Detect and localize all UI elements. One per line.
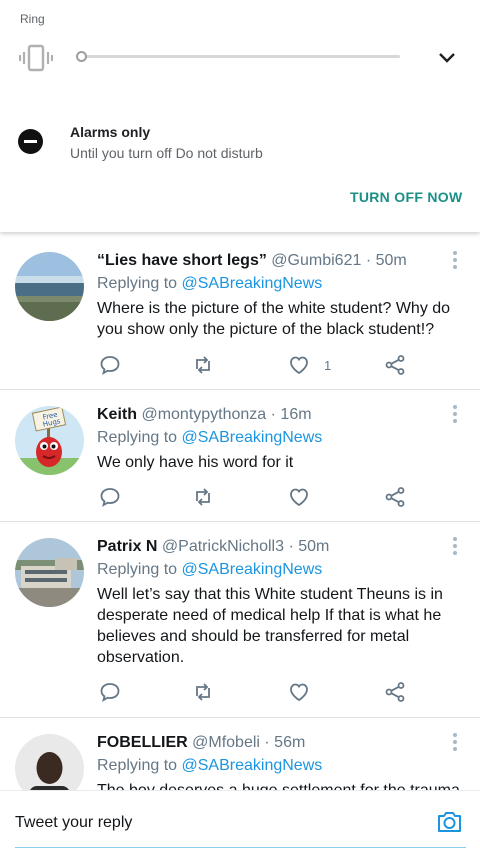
reply-icon: [100, 356, 120, 375]
retweet-icon: [196, 683, 210, 701]
more-options-icon[interactable]: [452, 536, 458, 556]
replying-to-prefix: Replying to: [97, 275, 178, 292]
reply-icon: [100, 683, 120, 702]
author-name[interactable]: “Lies have short legs”: [97, 252, 267, 269]
author-handle[interactable]: @montypythonza: [141, 406, 266, 423]
volume-dnd-panel: Ring Alarms only Until you turn off Do n…: [0, 0, 480, 232]
building-photo-image: [15, 538, 84, 607]
avatar[interactable]: [15, 538, 84, 607]
tweet-time: · 56m: [264, 734, 306, 751]
replying-to-prefix: Replying to: [97, 561, 178, 578]
tweet-time: · 16m: [270, 406, 312, 423]
retweet-button[interactable]: [192, 485, 214, 509]
camera-icon[interactable]: [436, 810, 463, 834]
reply-composer: Tweet your reply: [0, 790, 480, 854]
tweet-item[interactable]: Free Hugs Keith @montypythonza · 16m Rep…: [0, 390, 480, 522]
tweet-item[interactable]: “Lies have short legs” @Gumbi621 · 50m R…: [0, 236, 480, 390]
like-button[interactable]: 1: [288, 353, 331, 377]
tweet-item[interactable]: Patrix N @PatrickNicholl3 · 50m Replying…: [0, 522, 480, 718]
replying-to-link[interactable]: @SABreakingNews: [182, 275, 323, 292]
share-icon: [385, 487, 405, 507]
replying-to-link[interactable]: @SABreakingNews: [182, 561, 323, 578]
author-name[interactable]: Patrix N: [97, 538, 157, 555]
ring-mode-label: Ring: [20, 12, 45, 26]
replying-to: Replying to @SABreakingNews: [97, 273, 460, 295]
tweet-actions: [97, 485, 417, 509]
reply-icon: [100, 488, 120, 507]
like-count: 1: [324, 357, 332, 373]
ring-volume-slider[interactable]: [78, 55, 400, 58]
share-icon: [385, 682, 405, 702]
retweet-button[interactable]: [192, 353, 214, 377]
like-button[interactable]: [288, 485, 324, 509]
tweet-actions: 1: [97, 353, 417, 377]
author-name[interactable]: Keith: [97, 406, 137, 423]
replying-to: Replying to @SABreakingNews: [97, 755, 460, 777]
share-button[interactable]: [384, 485, 406, 509]
retweet-icon: [196, 488, 210, 506]
reply-input-underline: [15, 847, 466, 848]
replying-to: Replying to @SABreakingNews: [97, 427, 460, 449]
more-options-icon[interactable]: [452, 404, 458, 424]
like-button[interactable]: [288, 680, 324, 704]
tweet-header: Keith @montypythonza · 16m: [97, 404, 460, 426]
reply-button[interactable]: [99, 353, 121, 377]
do-not-disturb-icon: [18, 129, 43, 154]
beach-photo-image: [15, 252, 84, 321]
tweet-time: · 50m: [288, 538, 330, 555]
author-handle[interactable]: @Gumbi621: [271, 252, 361, 269]
replying-to-prefix: Replying to: [97, 429, 178, 446]
author-handle[interactable]: @PatrickNicholl3: [162, 538, 284, 555]
vibrate-icon[interactable]: [19, 44, 53, 72]
reply-button[interactable]: [99, 680, 121, 704]
avatar[interactable]: [15, 252, 84, 321]
dnd-mode-subtitle: Until you turn off Do not disturb: [70, 145, 263, 161]
chevron-down-icon[interactable]: [436, 50, 458, 66]
tweet-time: · 50m: [365, 252, 407, 269]
replying-to-prefix: Replying to: [97, 757, 178, 774]
replying-to-link[interactable]: @SABreakingNews: [182, 429, 323, 446]
tweet-reply-input[interactable]: Tweet your reply: [15, 814, 132, 832]
tweet-text: We only have his word for it: [97, 454, 294, 471]
tweet-text: Well let’s say that this White student T…: [97, 586, 443, 666]
heart-icon: [290, 683, 308, 702]
author-handle[interactable]: @Mfobeli: [192, 734, 260, 751]
heart-icon: [290, 356, 308, 375]
retweet-icon: [196, 356, 210, 374]
more-options-icon[interactable]: [452, 732, 458, 752]
heart-icon: [290, 488, 308, 507]
retweet-button[interactable]: [192, 680, 214, 704]
tweet-header: Patrix N @PatrickNicholl3 · 50m: [97, 536, 460, 558]
author-name[interactable]: FOBELLIER: [97, 734, 188, 751]
tweet-header: “Lies have short legs” @Gumbi621 · 50m: [97, 250, 460, 272]
tweet-text: Where is the picture of the white studen…: [97, 300, 451, 338]
replying-to: Replying to @SABreakingNews: [97, 559, 460, 581]
share-button[interactable]: [384, 353, 406, 377]
ring-volume-slider-thumb[interactable]: [76, 51, 87, 62]
share-icon: [385, 355, 405, 375]
turn-off-now-button[interactable]: TURN OFF NOW: [350, 189, 462, 205]
avatar[interactable]: Free Hugs: [15, 406, 84, 475]
replying-to-link[interactable]: @SABreakingNews: [182, 757, 323, 774]
more-options-icon[interactable]: [452, 250, 458, 270]
tweet-actions: [97, 680, 417, 704]
reply-feed: “Lies have short legs” @Gumbi621 · 50m R…: [0, 236, 480, 854]
reply-button[interactable]: [99, 485, 121, 509]
dnd-mode-title: Alarms only: [70, 124, 151, 140]
share-button[interactable]: [384, 680, 406, 704]
tweet-header: FOBELLIER @Mfobeli · 56m: [97, 732, 460, 754]
